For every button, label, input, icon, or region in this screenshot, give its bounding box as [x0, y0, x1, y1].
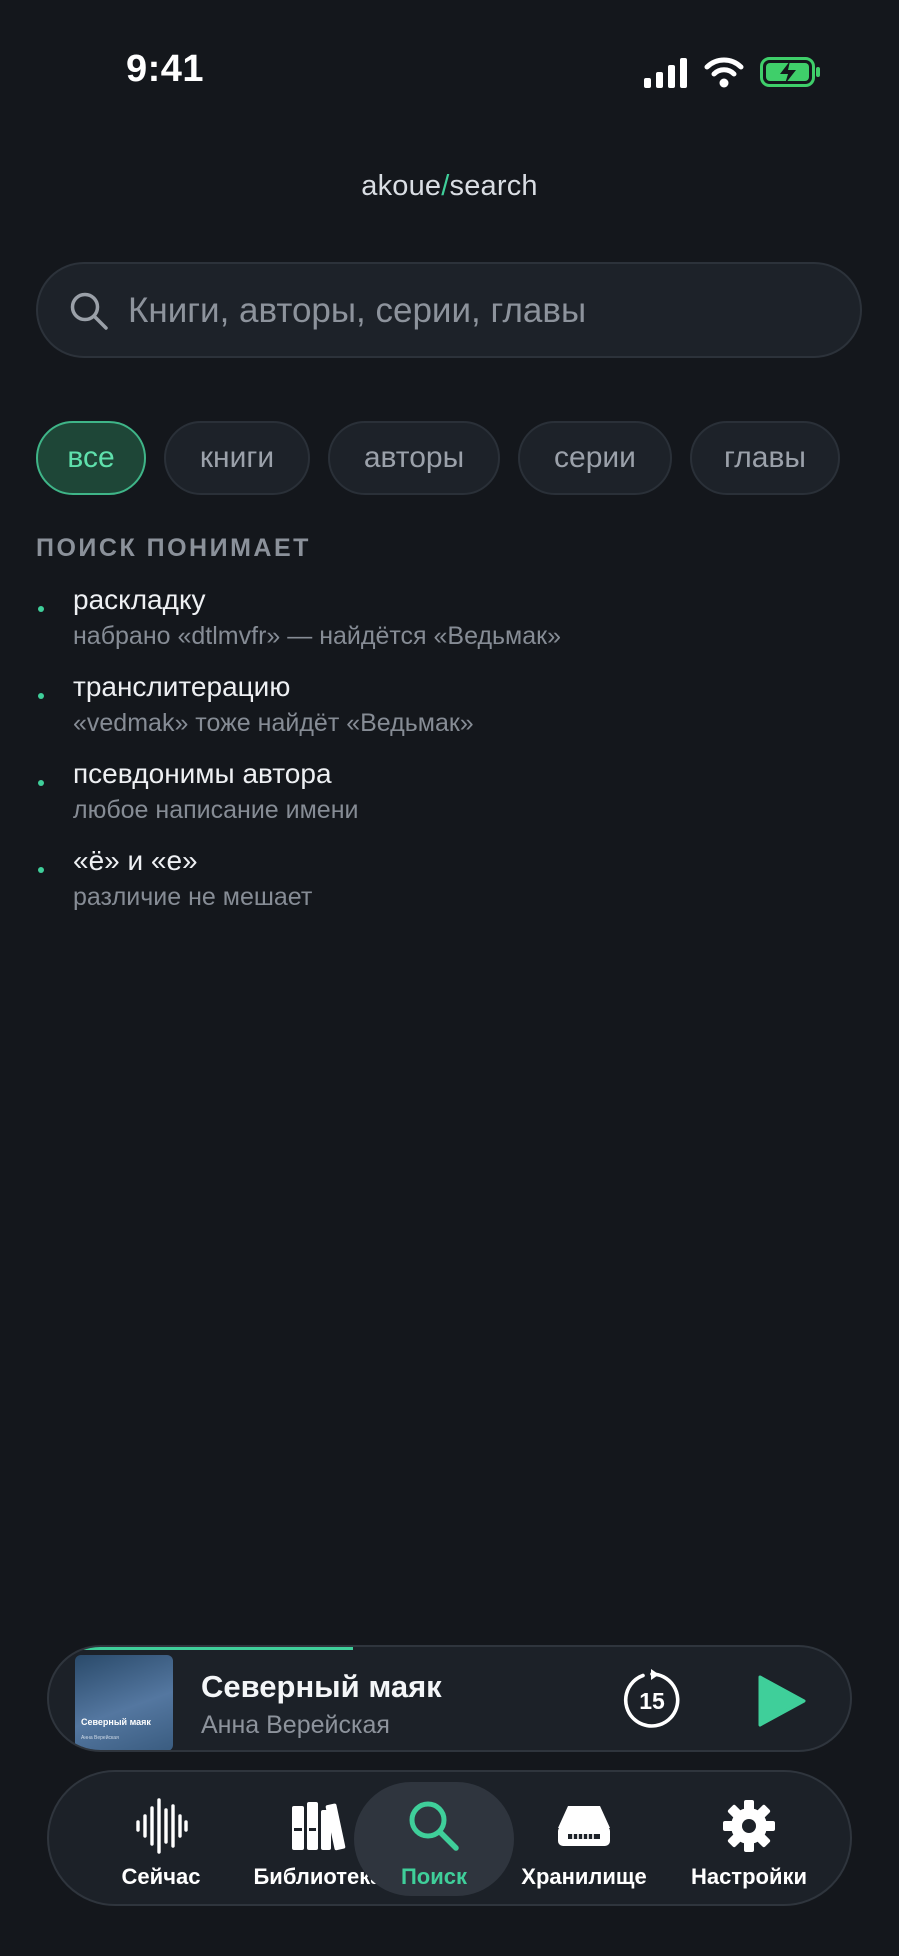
- mini-player[interactable]: Северный маяк Анна Верейская Северный ма…: [47, 1645, 852, 1752]
- cover-title: Северный маяк: [81, 1717, 151, 1727]
- player-book-author: Анна Верейская: [201, 1711, 390, 1739]
- hint-item: транслитерацию «vedmak» тоже найдёт «Вед…: [36, 671, 836, 751]
- rewind-15-button[interactable]: 15: [621, 1669, 683, 1731]
- hint-subtitle: любое написание имени: [73, 796, 359, 824]
- filter-chip-chapters[interactable]: главы: [690, 421, 840, 495]
- brand-suffix: search: [449, 170, 538, 202]
- search-screen: 9:41 akoue/search все книги авторы серии…: [0, 0, 899, 1956]
- cellular-signal-icon: [644, 58, 687, 88]
- filter-chip-books[interactable]: книги: [164, 421, 310, 495]
- search-bar[interactable]: [36, 262, 862, 358]
- hint-item: «ё» и «е» различие не мешает: [36, 845, 836, 925]
- tab-label: Настройки: [690, 1864, 808, 1889]
- battery-charging-icon: [760, 57, 820, 87]
- hint-title: транслитерацию: [73, 671, 291, 702]
- wifi-icon: [704, 57, 744, 88]
- tab-storage[interactable]: Хранилище: [504, 1782, 664, 1896]
- search-icon: [70, 292, 108, 330]
- hints-section-title: ПОИСК ПОНИМАЕТ: [36, 534, 311, 562]
- filter-chip-authors[interactable]: авторы: [328, 421, 500, 495]
- filter-chip-all[interactable]: все: [36, 421, 146, 495]
- filter-chips: все книги авторы серии главы: [36, 421, 840, 497]
- tab-now-playing[interactable]: Сейчас: [81, 1782, 241, 1896]
- book-cover[interactable]: Северный маяк Анна Верейская: [75, 1655, 173, 1750]
- hint-title: псевдонимы автора: [73, 758, 332, 789]
- bullet-dot-icon: [38, 606, 44, 612]
- hint-item: псевдонимы автора любое написание имени: [36, 758, 836, 838]
- player-book-title[interactable]: Северный маяк: [201, 1669, 442, 1705]
- bullet-dot-icon: [38, 780, 44, 786]
- hint-title: раскладку: [73, 584, 206, 615]
- hint-item: раскладку набрано «dtlmvfr» — найдётся «…: [36, 584, 836, 664]
- status-time: 9:41: [126, 48, 205, 90]
- tab-bar: Сейчас Библиотека Поиск Хранилище Настро…: [47, 1770, 852, 1906]
- cover-author: Анна Верейская: [81, 1735, 119, 1741]
- app-brand-title: akoue/search: [0, 170, 899, 203]
- filter-chip-series[interactable]: серии: [518, 421, 672, 495]
- search-input[interactable]: [126, 264, 830, 358]
- brand-prefix: akoue: [361, 170, 442, 202]
- brand-slash: /: [441, 170, 450, 202]
- hint-subtitle: «vedmak» тоже найдёт «Ведьмак»: [73, 709, 474, 737]
- search-icon: [409, 1801, 459, 1851]
- tab-settings[interactable]: Настройки: [669, 1782, 829, 1896]
- bullet-dot-icon: [38, 867, 44, 873]
- play-icon[interactable]: [755, 1675, 807, 1727]
- hint-subtitle: набрано «dtlmvfr» — найдётся «Ведьмак»: [73, 622, 561, 650]
- waveform-icon: [136, 1798, 188, 1854]
- hint-subtitle: различие не мешает: [73, 883, 313, 911]
- storage-drive-icon: [558, 1806, 610, 1846]
- rewind-seconds: 15: [639, 1688, 665, 1714]
- gear-icon: [723, 1800, 775, 1852]
- playback-progress-bar: [49, 1647, 354, 1650]
- bullet-dot-icon: [38, 693, 44, 699]
- hint-title: «ё» и «е»: [73, 845, 198, 876]
- books-icon: [292, 1802, 346, 1851]
